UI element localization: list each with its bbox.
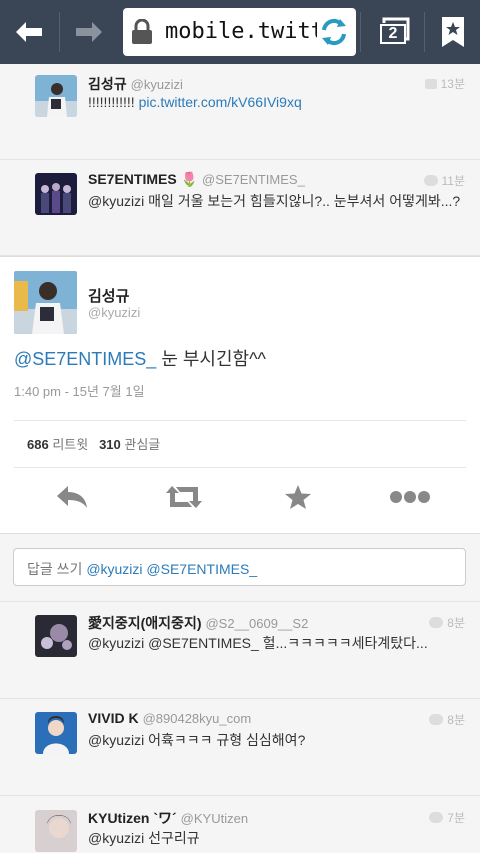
forward-arrow-icon xyxy=(76,22,102,42)
author-handle: @SE7ENTIMES_ xyxy=(202,172,305,187)
browser-toolbar: mobile.twitter 2 xyxy=(0,0,480,64)
tweet-time: 7분 xyxy=(429,809,465,826)
author-name[interactable]: 愛지중지(애지중지) @S2__0609__S2 xyxy=(88,613,308,633)
tweet-time-text: 13분 xyxy=(440,77,465,91)
tweet-text: @kyuzizi 선구리규 xyxy=(88,830,200,846)
star-icon xyxy=(285,485,311,509)
back-button[interactable] xyxy=(0,0,58,64)
refresh-icon xyxy=(322,18,346,46)
avatar[interactable] xyxy=(35,615,77,657)
tweet-time: 8분 xyxy=(429,614,465,631)
refresh-button[interactable] xyxy=(316,14,352,50)
back-arrow-icon xyxy=(16,22,42,42)
tab-count: 2 xyxy=(380,24,406,44)
divider xyxy=(14,420,466,421)
favorite-count[interactable]: 310 xyxy=(99,437,121,452)
mention-link[interactable]: @SE7ENTIMES_ xyxy=(14,349,156,369)
author-name-text: KYUtizen `ワ´ xyxy=(88,810,177,826)
author-name-text: SE7ENTIMES xyxy=(88,171,177,187)
author-name[interactable]: 김성규 xyxy=(88,285,129,306)
avatar-image xyxy=(35,173,77,215)
tweet-link[interactable]: pic.twitter.com/kV66IVi9xq xyxy=(139,94,302,110)
avatar-image xyxy=(35,810,77,852)
avatar[interactable] xyxy=(35,173,77,215)
author-name[interactable]: VIVID K @890428kyu_com xyxy=(88,710,251,726)
avatar[interactable] xyxy=(35,810,77,852)
tweet-time: 8분 xyxy=(429,711,465,728)
tweet-text: @kyuzizi @SE7ENTIMES_ 헐...ㅋㅋㅋㅋㅋ세타계탔다... xyxy=(88,635,428,651)
retweet-count[interactable]: 686 xyxy=(27,437,49,452)
reply-input[interactable]: 답글 쓰기 @kyuzizi @SE7ENTIMES_ xyxy=(13,548,466,586)
more-dots-icon xyxy=(390,491,430,503)
tweet-text-body: 눈 부시긴함^^ xyxy=(156,349,267,369)
avatar-image xyxy=(35,712,77,754)
avatar[interactable] xyxy=(35,75,77,117)
author-name[interactable]: KYUtizen `ワ´ @KYUtizen xyxy=(88,808,248,828)
favorite-button[interactable] xyxy=(276,479,320,515)
tweet-text: @kyuzizi 매일 거울 보는거 힘들지않니?.. 눈부셔서 어떻게봐...… xyxy=(88,193,461,209)
avatar[interactable] xyxy=(35,712,77,754)
author-handle: @S2__0609__S2 xyxy=(205,616,309,631)
toolbar-divider xyxy=(424,12,425,52)
bookmark-star-icon xyxy=(442,17,464,47)
tweet-time-text: 8분 xyxy=(447,616,465,630)
reply-bubble-icon xyxy=(429,714,444,725)
list-item[interactable]: 愛지중지(애지중지) @S2__0609__S2 @kyuzizi @SE7ENT… xyxy=(0,602,480,699)
reply-bubble-icon xyxy=(429,617,444,628)
tweet-text: @kyuzizi 어휵ㅋㅋㅋ 규형 심심해여? xyxy=(88,732,306,748)
toolbar-divider xyxy=(360,12,361,52)
author-name-text: VIVID K xyxy=(88,710,139,726)
list-item[interactable]: SE7ENTIMES 🌷 @SE7ENTIMES_ @kyuzizi 매일 거울 … xyxy=(0,160,480,256)
bookmark-button[interactable] xyxy=(426,0,480,64)
author-name-text: 愛지중지(애지중지) xyxy=(88,615,202,631)
reply-button[interactable] xyxy=(50,479,94,515)
lock-icon xyxy=(132,19,152,44)
author-handle[interactable]: @kyuzizi xyxy=(88,305,140,320)
retweet-label: 리트윗 xyxy=(52,437,89,452)
author-name[interactable]: SE7ENTIMES 🌷 @SE7ENTIMES_ xyxy=(88,171,305,188)
author-handle: @890428kyu_com xyxy=(142,711,252,726)
tweet-time: 11분 xyxy=(423,172,466,189)
tweet-time-text: 11분 xyxy=(441,174,466,188)
avatar-image xyxy=(35,615,77,657)
author-name-text: 김성규 xyxy=(88,76,127,92)
tweet-text-prefix: !!!!!!!!!!!! xyxy=(88,94,135,110)
more-options-button[interactable] xyxy=(388,479,432,515)
author-handle: @KYUtizen xyxy=(180,811,249,826)
url-text: mobile.twitter xyxy=(165,19,317,44)
tweet-time: 13분 xyxy=(424,75,465,92)
divider xyxy=(14,467,466,468)
reply-arrow-icon xyxy=(57,486,87,508)
tweet-stats: 686 리트윗 310 관심글 xyxy=(27,434,160,453)
tweet-text: !!!!!!!!!!!! pic.twitter.com/kV66IVi9xq xyxy=(88,94,302,110)
media-icon xyxy=(424,78,437,89)
main-tweet: 김성규 @kyuzizi @SE7ENTIMES_ 눈 부시긴함^^ 1:40 … xyxy=(0,256,480,534)
tweet-time-text: 7분 xyxy=(447,811,465,825)
reply-bubble-icon xyxy=(423,175,438,186)
avatar-image xyxy=(35,75,77,117)
retweet-button[interactable] xyxy=(162,479,206,515)
tweet-text: @SE7ENTIMES_ 눈 부시긴함^^ xyxy=(14,345,266,371)
tweet-time-text: 8분 xyxy=(447,713,465,727)
favorite-label: 관심글 xyxy=(124,437,161,452)
avatar[interactable] xyxy=(14,271,77,334)
reply-bubble-icon xyxy=(429,812,444,823)
url-bar[interactable]: mobile.twitter xyxy=(123,8,356,56)
avatar-image xyxy=(14,271,77,334)
list-item[interactable]: 김성규 @kyuzizi !!!!!!!!!!!! pic.twitter.com… xyxy=(0,64,480,160)
name-emoji: 🌷 xyxy=(180,171,199,187)
reply-input-mentions: @kyuzizi @SE7ENTIMES_ xyxy=(86,561,258,577)
list-item[interactable]: KYUtizen `ワ´ @KYUtizen @kyuzizi 선구리규 7분 xyxy=(0,796,480,853)
list-item[interactable]: VIVID K @890428kyu_com @kyuzizi 어휵ㅋㅋㅋ 규형 … xyxy=(0,699,480,796)
author-name[interactable]: 김성규 @kyuzizi xyxy=(88,74,183,94)
reply-input-label: 답글 쓰기 xyxy=(27,561,83,577)
forward-button[interactable] xyxy=(60,0,118,64)
author-handle: @kyuzizi xyxy=(130,77,183,92)
tweet-timestamp: 1:40 pm - 15년 7월 1일 xyxy=(14,384,145,399)
retweet-icon xyxy=(166,486,202,508)
